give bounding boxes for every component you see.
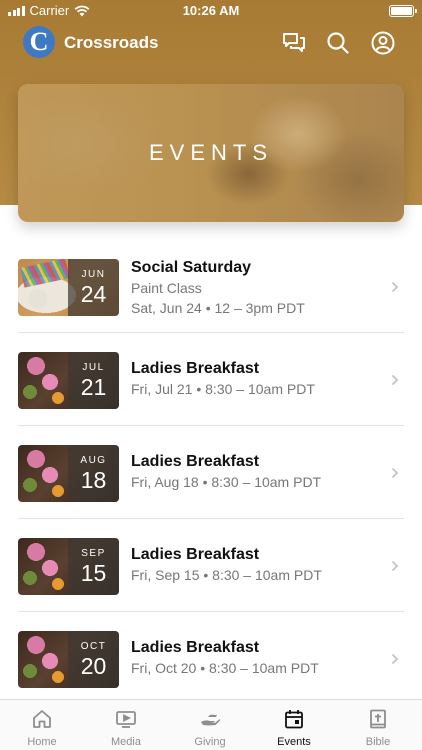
chevron-right-icon [392, 375, 399, 385]
date-month: AUG [80, 455, 107, 466]
date-badge: JUN 24 [68, 259, 119, 316]
event-details: Ladies Breakfast Fri, Sep 15 • 8:30 – 10… [131, 545, 381, 585]
event-time: Fri, Aug 18 • 8:30 – 10am PDT [131, 474, 322, 490]
event-item[interactable]: JUN 24 Social Saturday Paint Class Sat, … [18, 240, 404, 333]
home-icon [33, 710, 51, 728]
paint-decoration [20, 259, 70, 288]
date-day: 21 [80, 374, 107, 400]
date-badge: AUG 18 [68, 445, 119, 502]
battery-icon [389, 5, 417, 17]
date-day: 15 [80, 560, 107, 586]
event-item[interactable]: AUG 18 Ladies Breakfast Fri, Aug 18 • 8:… [18, 426, 404, 519]
event-time: Sat, Jun 24 • 12 – 3pm PDT [131, 300, 305, 316]
status-time: 10:26 AM [182, 3, 240, 18]
event-details: Ladies Breakfast Fri, Jul 21 • 8:30 – 10… [131, 359, 381, 399]
event-thumbnail: JUN 24 [18, 259, 119, 316]
event-item[interactable]: OCT 20 Ladies Breakfast Fri, Oct 20 • 8:… [18, 612, 404, 705]
tab-media[interactable]: Media [84, 700, 168, 750]
tab-label: Events [277, 736, 311, 748]
event-title: Ladies Breakfast [131, 453, 260, 470]
event-item[interactable]: JUL 21 Ladies Breakfast Fri, Jul 21 • 8:… [18, 333, 404, 426]
date-badge: OCT 20 [68, 631, 119, 688]
date-badge: JUL 21 [68, 352, 119, 409]
events-hero-banner: EVENTS [18, 84, 404, 222]
date-month: OCT [80, 641, 107, 652]
events-icon [285, 710, 303, 729]
date-day: 18 [80, 467, 107, 493]
tab-bible[interactable]: Bible [336, 700, 420, 750]
tab-label: Media [111, 736, 141, 748]
event-subtitle: Paint Class [131, 280, 202, 296]
event-title: Social Saturday [131, 259, 252, 276]
tab-bar: Home Media Giving Events Bible [0, 699, 422, 750]
bible-icon [370, 709, 386, 729]
church-logo[interactable]: C [23, 26, 55, 58]
tab-label: Home [27, 736, 57, 748]
date-month: JUN [81, 269, 106, 280]
hero-title: EVENTS [148, 140, 274, 165]
date-month: JUL [82, 362, 105, 373]
event-time: Fri, Sep 15 • 8:30 – 10am PDT [131, 567, 322, 583]
event-thumbnail: JUL 21 [18, 352, 119, 409]
tab-events[interactable]: Events [252, 700, 336, 750]
chat-icon[interactable] [281, 30, 307, 56]
profile-icon[interactable] [370, 30, 396, 56]
event-time: Fri, Jul 21 • 8:30 – 10am PDT [131, 381, 315, 397]
giving-icon [201, 714, 221, 726]
chevron-right-icon [392, 561, 399, 571]
event-details: Ladies Breakfast Fri, Aug 18 • 8:30 – 10… [131, 452, 381, 492]
chevron-right-icon [392, 468, 399, 478]
event-title: Ladies Breakfast [131, 360, 260, 377]
tab-label: Giving [194, 736, 226, 748]
event-thumbnail: OCT 20 [18, 631, 119, 688]
date-month: SEP [81, 548, 106, 559]
chevron-right-icon [392, 654, 399, 664]
event-details: Social Saturday Paint Class Sat, Jun 24 … [131, 258, 381, 318]
date-badge: SEP 15 [68, 538, 119, 595]
event-title: Ladies Breakfast [131, 546, 260, 563]
event-thumbnail: SEP 15 [18, 538, 119, 595]
event-title: Ladies Breakfast [131, 639, 260, 656]
date-day: 24 [80, 281, 107, 307]
search-icon[interactable] [325, 30, 351, 56]
event-time: Fri, Oct 20 • 8:30 – 10am PDT [131, 660, 319, 676]
event-item[interactable]: SEP 15 Ladies Breakfast Fri, Sep 15 • 8:… [18, 519, 404, 612]
media-icon [116, 711, 136, 728]
tab-giving[interactable]: Giving [168, 700, 252, 750]
event-details: Ladies Breakfast Fri, Oct 20 • 8:30 – 10… [131, 638, 381, 678]
chevron-right-icon [392, 282, 399, 292]
app-header: C Crossroads [0, 26, 422, 62]
tab-home[interactable]: Home [0, 700, 84, 750]
event-thumbnail: AUG 18 [18, 445, 119, 502]
date-day: 20 [80, 653, 107, 679]
app-title: Crossroads [64, 33, 159, 52]
status-bar: Carrier 10:26 AM [0, 0, 422, 22]
tab-label: Bible [365, 736, 391, 748]
